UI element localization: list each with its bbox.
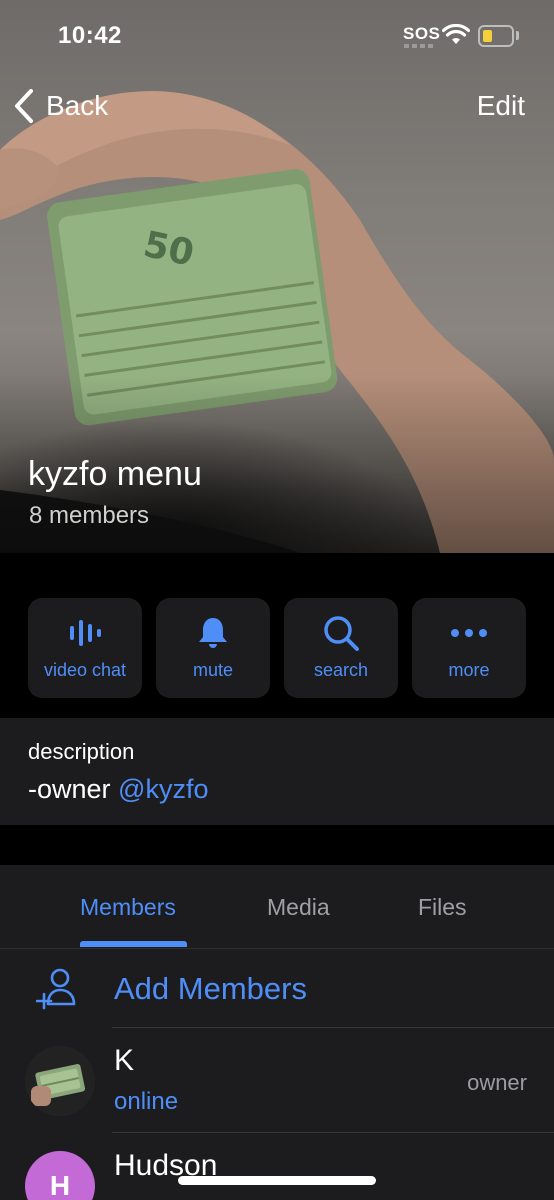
add-person-icon <box>36 968 76 1010</box>
video-chat-button[interactable]: video chat <box>28 598 142 698</box>
search-icon <box>324 616 359 651</box>
description-text: -owner @kyzfo <box>28 774 208 805</box>
edit-button[interactable]: Edit <box>477 90 525 122</box>
member-row[interactable]: K online owner <box>0 1028 554 1132</box>
wifi-icon <box>442 24 470 44</box>
tab-media[interactable]: Media <box>267 894 330 921</box>
mute-button[interactable]: mute <box>156 598 270 698</box>
avatar-photo <box>25 1046 95 1116</box>
tab-members[interactable]: Members <box>80 894 176 921</box>
member-row[interactable]: H Hudson <box>0 1133 554 1200</box>
bell-icon <box>199 618 227 648</box>
back-button[interactable]: Back <box>14 84 108 128</box>
chevron-left-icon <box>15 89 33 123</box>
back-label: Back <box>46 90 109 121</box>
members-panel: Members Media Files Add Members K online… <box>0 865 554 1200</box>
member-name: K <box>114 1044 135 1077</box>
description-section: description -owner @kyzfo <box>0 718 554 825</box>
search-button[interactable]: search <box>284 598 398 698</box>
status-bar: 10:42 SOS <box>0 0 554 72</box>
battery-cap <box>516 31 519 40</box>
avatar <box>25 1046 95 1116</box>
more-button[interactable]: more <box>412 598 526 698</box>
member-role-badge: owner <box>467 1070 527 1095</box>
more-dots-icon <box>451 629 487 637</box>
search-label: search <box>313 660 369 680</box>
add-members-label: Add Members <box>114 971 307 1006</box>
battery-icon <box>478 25 514 47</box>
avatar: H <box>25 1151 95 1200</box>
status-time: 10:42 <box>58 22 122 49</box>
signal-dots-icon <box>404 44 434 48</box>
action-buttons: video chat mute search more <box>28 598 526 698</box>
add-members-button[interactable]: Add Members <box>0 949 554 1027</box>
description-body: -owner <box>28 774 119 804</box>
tab-files[interactable]: Files <box>418 894 467 921</box>
active-tab-indicator <box>80 941 187 947</box>
owner-mention-link[interactable]: @kyzfo <box>118 774 208 804</box>
video-chat-label: video chat <box>43 660 127 680</box>
tab-bar: Members Media Files <box>0 865 554 949</box>
home-indicator[interactable] <box>178 1176 376 1185</box>
member-status: online <box>114 1088 179 1115</box>
member-count: 8 members <box>29 502 150 529</box>
mute-label: mute <box>192 660 234 680</box>
more-label: more <box>448 660 490 680</box>
group-title: kyzfo menu <box>28 455 202 493</box>
description-label: description <box>28 739 135 764</box>
sos-indicator: SOS <box>403 24 441 43</box>
voice-chat-icon <box>70 620 101 646</box>
group-header-photo: 50 10:42 SOS Back Edit kyzfo menu 8 memb… <box>0 0 554 553</box>
